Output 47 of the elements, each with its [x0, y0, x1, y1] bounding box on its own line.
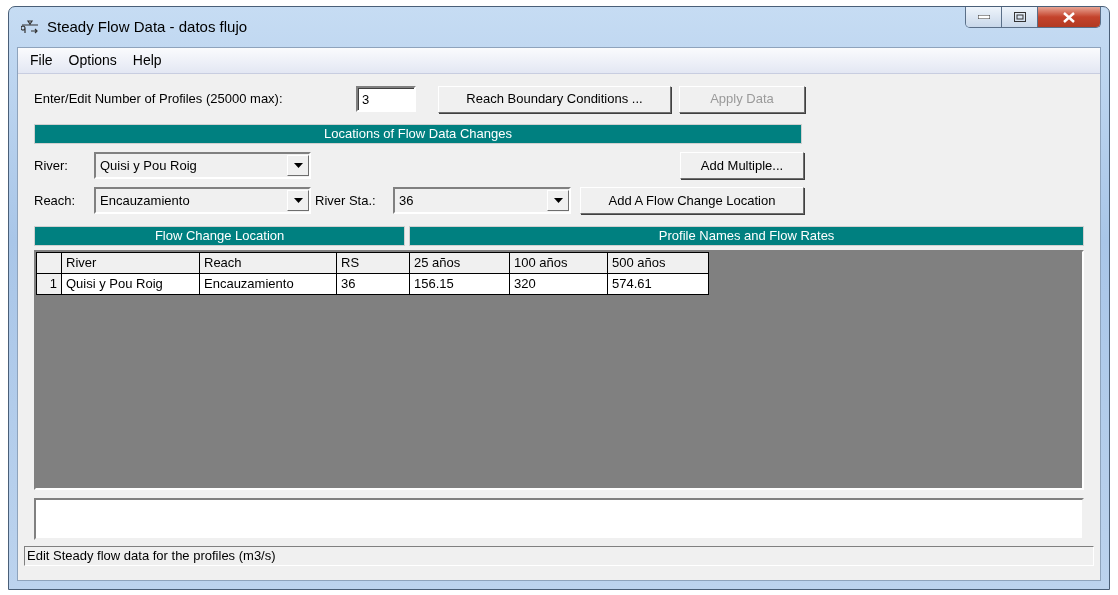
dropdown-arrow-icon — [293, 163, 303, 168]
notes-field[interactable] — [34, 498, 1084, 540]
row-header-cell — [36, 252, 62, 274]
maximize-icon — [1013, 12, 1026, 22]
window-title: Steady Flow Data - datos flujo — [47, 16, 248, 37]
menu-item[interactable]: File — [22, 50, 61, 71]
reach-label: Reach: — [34, 191, 77, 210]
profiles-label: Enter/Edit Number of Profiles (25000 max): — [34, 90, 284, 109]
dropdown-arrow-icon — [293, 198, 303, 203]
table-cell[interactable]: 36 — [336, 273, 410, 295]
app-icon — [21, 20, 39, 34]
row-number: 1 — [36, 273, 62, 295]
table-cell[interactable]: 320 — [509, 273, 608, 295]
river-dropdown[interactable]: Quisi y Pou Roig — [94, 152, 311, 179]
table-cell[interactable]: Quisi y Pou Roig — [61, 273, 200, 295]
column-header: 100 años — [509, 252, 608, 274]
table-cell[interactable]: 156.15 — [409, 273, 510, 295]
close-button[interactable] — [1038, 7, 1100, 27]
profiles-field[interactable]: 3 — [356, 86, 416, 112]
button[interactable]: Reach Boundary Conditions ... — [438, 85, 671, 113]
column-header: RS — [336, 252, 410, 274]
section-header: Locations of Flow Data Changes — [34, 124, 802, 144]
column-header: River — [61, 252, 200, 274]
button[interactable]: Add A Flow Change Location — [580, 187, 804, 214]
close-icon — [1063, 11, 1075, 23]
dropdown-arrow-button[interactable] — [287, 190, 309, 211]
minimize-icon — [977, 15, 990, 19]
river-station-label: River Sta.: — [315, 191, 377, 210]
column-header: 500 años — [607, 252, 709, 274]
menu-item[interactable]: Help — [124, 50, 170, 71]
table-group-header: Flow Change Location — [34, 226, 406, 246]
table-group-header: Profile Names and Flow Rates — [409, 226, 1084, 246]
river-station-dropdown[interactable]: 36 — [393, 187, 571, 214]
column-header: Reach — [199, 252, 337, 274]
maximize-button[interactable] — [1002, 7, 1038, 27]
table-cell[interactable]: 574.61 — [607, 273, 709, 295]
minimize-button[interactable] — [966, 7, 1002, 27]
status-text: Edit Steady flow data for the profiles (m3/s) — [27, 547, 276, 566]
reach-dropdown[interactable]: Encauzamiento — [94, 187, 311, 214]
river-label: River: — [34, 156, 69, 175]
dropdown-arrow-icon — [553, 198, 563, 203]
dropdown-arrow-button[interactable] — [547, 190, 569, 211]
button[interactable]: Add Multiple... — [680, 152, 804, 179]
column-header: 25 años — [409, 252, 510, 274]
table-cell[interactable]: Encauzamiento — [199, 273, 337, 295]
menu-item[interactable]: Options — [60, 50, 125, 71]
dropdown-arrow-button[interactable] — [287, 155, 309, 176]
